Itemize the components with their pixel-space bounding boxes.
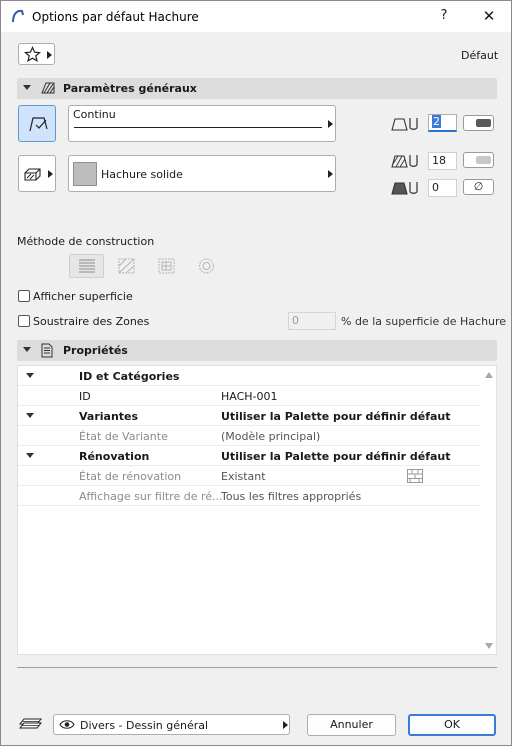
pen-color-swatch <box>476 156 491 164</box>
preset-label: Défaut <box>461 49 499 62</box>
property-value: Utiliser la Palette pour définir défaut <box>221 410 451 423</box>
fill-type-dropdown[interactable]: Hachure solide <box>68 155 336 192</box>
table-row[interactable]: Variantes Utiliser la Palette pour défin… <box>18 406 480 426</box>
percent-input[interactable]: 0 <box>288 312 336 330</box>
cover-fill-icon[interactable] <box>158 258 175 274</box>
line-type-value: Continu <box>73 108 116 121</box>
general-settings-title: Paramètres généraux <box>63 82 197 95</box>
properties-header[interactable]: Propriétés <box>17 340 497 361</box>
show-area-label: Afficher superficie <box>33 290 133 303</box>
property-name: État de rénovation <box>79 470 182 483</box>
subtract-zones-checkbox[interactable] <box>18 315 30 327</box>
fill-pen-input[interactable]: 18 <box>428 152 457 170</box>
table-row[interactable]: État de rénovation Existant <box>18 466 480 486</box>
document-icon <box>41 343 53 358</box>
fill-pen-icon <box>391 155 418 168</box>
property-value: Existant <box>221 470 266 483</box>
properties-table: ID et Catégories ID HACH-001 Variantes U… <box>17 365 497 655</box>
close-button[interactable]: ✕ <box>479 7 499 25</box>
percent-label: % de la superficie de Hachure <box>341 315 507 328</box>
fill-surface-icon <box>24 168 41 181</box>
renovation-status-icon <box>407 469 423 483</box>
cut-fill-icon[interactable] <box>118 258 135 274</box>
table-row[interactable]: Rénovation Utiliser la Palette pour défi… <box>18 446 480 466</box>
cancel-button[interactable]: Annuler <box>307 714 396 736</box>
expand-triangle-icon[interactable] <box>26 413 34 418</box>
transparent-icon: ∅ <box>473 180 484 193</box>
property-name: État de Variante <box>79 430 168 443</box>
table-row[interactable]: Affichage sur filtre de ré... Tous les f… <box>18 486 480 506</box>
expand-triangle-icon[interactable] <box>26 453 34 458</box>
background-pen-icon <box>391 182 418 195</box>
contour-pen-value: 2 <box>432 115 441 128</box>
show-area-checkbox[interactable] <box>18 290 30 302</box>
star-icon <box>24 46 41 63</box>
horizontal-lines-icon <box>79 259 95 273</box>
construction-method-drafting-button[interactable] <box>69 254 104 278</box>
table-row[interactable]: ID et Catégories <box>18 366 480 386</box>
fill-swatch <box>73 162 97 186</box>
property-value: HACH-001 <box>221 390 278 403</box>
property-name: ID <box>79 390 91 403</box>
chevron-right-icon <box>328 170 333 178</box>
contour-pen-input[interactable]: 2 <box>428 114 457 132</box>
expand-triangle-icon[interactable] <box>26 373 34 378</box>
fill-pen-color-button[interactable] <box>463 152 494 168</box>
background-pen-transparent-button[interactable]: ∅ <box>463 179 494 195</box>
gradient-fill-icon[interactable] <box>198 258 215 274</box>
properties-title: Propriétés <box>63 344 128 357</box>
pen-color-swatch <box>476 119 491 127</box>
help-button[interactable]: ? <box>437 8 451 23</box>
fill-type-value: Hachure solide <box>101 168 183 181</box>
property-name: Affichage sur filtre de ré... <box>79 490 223 503</box>
layer-icon <box>19 718 43 729</box>
dialog-window: Options par défaut Hachure ? ✕ Défaut Pa… <box>0 0 512 746</box>
window-title: Options par défaut Hachure <box>32 10 199 24</box>
collapse-triangle-icon <box>23 85 31 90</box>
construction-method-label: Méthode de construction <box>17 235 155 248</box>
layer-value: Divers - Dessin général <box>80 719 209 732</box>
chevron-right-icon <box>328 120 333 128</box>
fill-type-icon-button[interactable] <box>18 155 56 192</box>
favorites-button[interactable] <box>18 43 55 65</box>
chevron-right-icon <box>47 51 52 59</box>
property-value: Tous les filtres appropriés <box>221 490 362 503</box>
hatch-settings-icon <box>41 82 55 94</box>
scroll-up-icon[interactable] <box>485 372 493 378</box>
title-bar: Options par défaut Hachure ? ✕ <box>1 1 511 32</box>
chevron-right-icon <box>48 170 53 178</box>
line-type-icon-button[interactable] <box>18 105 56 142</box>
background-pen-input[interactable]: 0 <box>428 179 457 197</box>
layer-dropdown[interactable]: Divers - Dessin général <box>53 714 290 735</box>
fill-pen-value: 18 <box>432 154 446 167</box>
scroll-down-icon[interactable] <box>485 643 493 649</box>
line-shape-icon <box>29 117 48 132</box>
line-type-dropdown[interactable]: Continu <box>68 105 336 142</box>
divider <box>17 667 497 668</box>
property-name: ID et Catégories <box>79 370 180 383</box>
eye-icon <box>59 720 75 729</box>
property-value: (Modèle principal) <box>221 430 321 443</box>
scrollbar[interactable] <box>482 366 496 654</box>
property-name: Rénovation <box>79 450 150 463</box>
line-preview <box>74 127 322 128</box>
percent-value: 0 <box>292 314 299 327</box>
ok-button[interactable]: OK <box>408 714 496 736</box>
chevron-right-icon <box>283 721 288 729</box>
general-settings-header[interactable]: Paramètres généraux <box>17 78 497 99</box>
contour-pen-icon <box>391 118 418 131</box>
archicad-app-icon <box>12 9 24 23</box>
subtract-zones-label: Soustraire des Zones <box>33 315 150 328</box>
property-value: Utiliser la Palette pour définir défaut <box>221 450 451 463</box>
background-pen-value: 0 <box>432 181 439 194</box>
table-row[interactable]: État de Variante (Modèle principal) <box>18 426 480 446</box>
collapse-triangle-icon <box>23 347 31 352</box>
contour-pen-color-button[interactable] <box>463 115 494 131</box>
table-row[interactable]: ID HACH-001 <box>18 386 480 406</box>
property-name: Variantes <box>79 410 139 423</box>
